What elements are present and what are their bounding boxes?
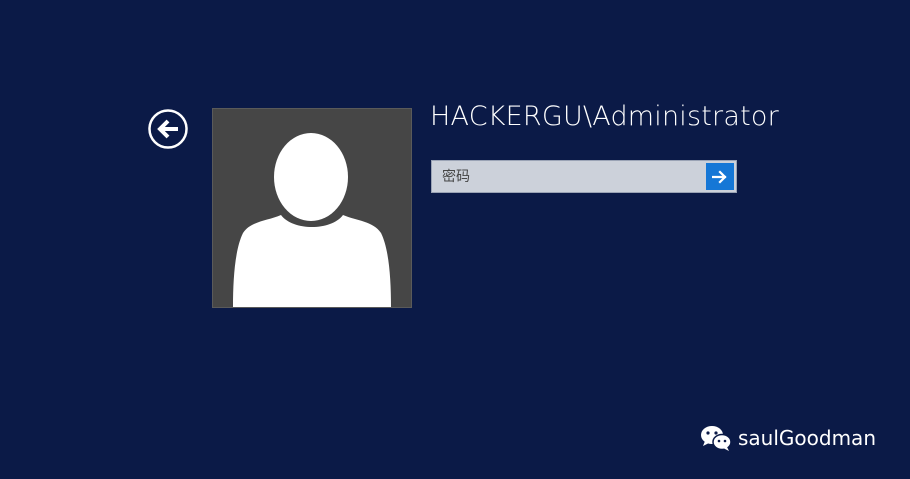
arrow-right-icon — [712, 169, 727, 184]
avatar — [212, 108, 412, 308]
username: HACKERGU\Administrator — [430, 101, 779, 132]
password-input[interactable] — [432, 161, 706, 192]
back-button[interactable] — [148, 109, 188, 149]
back-arrow-icon — [148, 109, 188, 149]
user-silhouette-icon — [233, 133, 391, 307]
wechat-icon — [701, 426, 732, 451]
submit-button[interactable] — [706, 163, 734, 190]
password-box — [431, 160, 737, 193]
watermark: saulGoodman — [700, 424, 876, 452]
watermark-text: saulGoodman — [738, 426, 876, 450]
